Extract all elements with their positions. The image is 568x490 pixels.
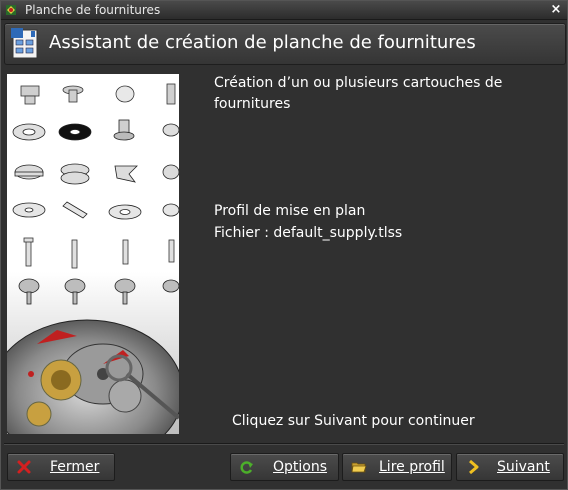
read-profile-button[interactable]: Lire profil bbox=[342, 453, 452, 481]
chevron-right-icon bbox=[469, 459, 479, 475]
wizard-content: Création d’un ou plusieurs cartouches de… bbox=[186, 67, 564, 439]
options-button[interactable]: Options bbox=[230, 453, 339, 481]
app-icon bbox=[6, 5, 16, 15]
refresh-arrow-icon bbox=[240, 461, 253, 474]
supply-sheet-wizard-icon bbox=[11, 28, 38, 59]
read-profile-button-label: Lire profil bbox=[379, 459, 445, 475]
intro-text: Création d’un ou plusieurs cartouches de… bbox=[214, 75, 503, 112]
wizard-header: Assistant de création de planche de four… bbox=[4, 23, 566, 65]
wizard-window: Planche de fournitures × Assistant de cr… bbox=[0, 0, 568, 490]
folder-open-icon bbox=[351, 462, 367, 473]
close-window-icon[interactable]: × bbox=[549, 3, 563, 17]
continue-hint: Cliquez sur Suivant pour continuer bbox=[232, 413, 475, 429]
next-button-label: Suivant bbox=[497, 459, 550, 475]
close-x-icon bbox=[17, 460, 31, 474]
close-button[interactable]: Fermer bbox=[7, 453, 115, 481]
window-title: Planche de fournitures bbox=[25, 3, 161, 17]
profile-file: Fichier : default_supply.tlss bbox=[214, 225, 403, 241]
title-bar[interactable]: Planche de fournitures × bbox=[1, 1, 567, 20]
options-button-label: Options bbox=[273, 459, 328, 475]
supply-parts-illustration bbox=[7, 74, 179, 434]
next-button[interactable]: Suivant bbox=[456, 453, 564, 481]
button-bar-separator bbox=[4, 443, 564, 445]
supply-sheet-illustration bbox=[7, 74, 179, 434]
wizard-title: Assistant de création de planche de four… bbox=[49, 32, 476, 53]
profile-label: Profil de mise en plan bbox=[214, 203, 366, 219]
close-button-label: Fermer bbox=[50, 459, 100, 475]
